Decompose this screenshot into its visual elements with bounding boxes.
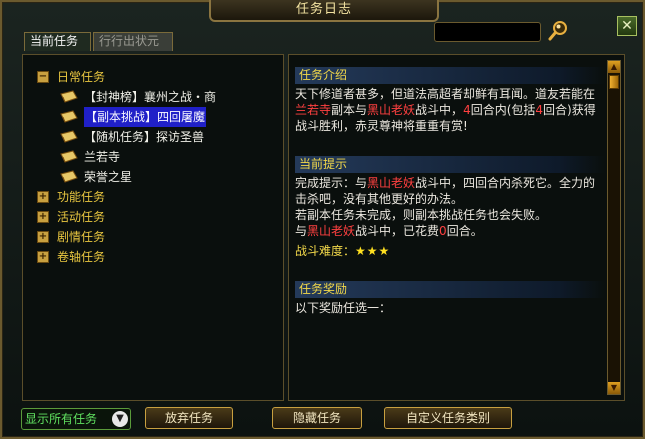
quest-label: 【随机任务】探访圣兽 — [84, 130, 205, 144]
quest-tree-panel: − 日常任务 【封神榜】襄州之战・商 【副本挑战】四回屠魔 【随机任务】探访圣兽… — [22, 54, 284, 401]
boss-name: 黑山老妖 — [307, 224, 356, 238]
round-count: 4 — [535, 103, 544, 117]
category-label: 剧情任务 — [57, 230, 106, 244]
quest-filter-select[interactable]: 显示所有任务 ▼ — [21, 408, 131, 430]
boss-name: 黑山老妖 — [367, 103, 416, 117]
difficulty-row: 战斗难度：★★★ — [295, 243, 605, 259]
quest-item[interactable]: 【封神榜】襄州之战・商 — [37, 87, 216, 107]
tree-category-event[interactable]: + 活动任务 — [37, 207, 216, 227]
tab-career[interactable]: 行行出状元 — [93, 32, 173, 51]
tips-line-1: 完成提示：与黑山老妖战斗中，四回合内杀死它。全力的击杀吧，没有其他更好的办法。 — [295, 175, 605, 207]
tab-current-quests[interactable]: 当前任务 — [24, 32, 91, 51]
magnifier-icon[interactable] — [546, 19, 570, 43]
quest-label: 荣誉之星 — [84, 170, 133, 184]
quest-log-window: 任务日志 ✕ 当前任务 行行出状元 − 日常任务 【封神榜】襄州之战・商 【副本… — [0, 0, 645, 439]
intro-header: 任务介绍 — [295, 67, 605, 84]
scroll-up-icon[interactable]: ▲ — [608, 61, 620, 73]
hide-quest-button[interactable]: 隐藏任务 — [272, 407, 362, 429]
tree-category-story[interactable]: + 剧情任务 — [37, 227, 216, 247]
expand-icon[interactable]: + — [37, 251, 49, 263]
abandon-quest-button[interactable]: 放弃任务 — [145, 407, 233, 429]
tips-text: 战斗中，已花费 — [355, 224, 440, 238]
category-label: 功能任务 — [57, 190, 106, 204]
tips-line-2: 若副本任务未完成，则副本挑战任务也会失败。 — [295, 208, 548, 222]
intro-text-1: 天下修道者甚多，但道法高超者却鲜有耳闻。道友若能在 — [295, 87, 596, 101]
quest-item[interactable]: 荣誉之星 — [37, 167, 216, 187]
scroll-icon — [60, 130, 78, 143]
custom-category-button[interactable]: 自定义任务类别 — [384, 407, 512, 429]
filter-value: 显示所有任务 — [25, 412, 98, 426]
tips-text: 与 — [295, 224, 308, 238]
tips-text: 完成提示：与 — [295, 176, 368, 190]
intro-text-2: 副本与 — [331, 103, 368, 117]
quest-label: 【副本挑战】四回屠魔 — [84, 107, 207, 127]
reward-header: 任务奖励 — [295, 281, 605, 298]
scroll-icon — [60, 170, 78, 183]
tree-category-daily[interactable]: − 日常任务 — [37, 67, 216, 87]
difficulty-stars: ★★★ — [355, 244, 391, 258]
expand-icon[interactable]: + — [37, 211, 49, 223]
tips-header: 当前提示 — [295, 156, 605, 173]
intro-text: 天下修道者甚多，但道法高超者却鲜有耳闻。道友若能在兰若寺副本与黑山老妖战斗中，4… — [295, 86, 605, 134]
detail-scrollbar[interactable]: ▲ ▼ — [607, 60, 621, 395]
expand-icon[interactable]: + — [37, 231, 49, 243]
quest-tree: − 日常任务 【封神榜】襄州之战・商 【副本挑战】四回屠魔 【随机任务】探访圣兽… — [37, 67, 216, 267]
reward-text: 以下奖励任选一： — [295, 301, 392, 315]
round-count: 4 — [463, 103, 471, 117]
quest-item[interactable]: 【随机任务】探访圣兽 — [37, 127, 216, 147]
quest-label: 兰若寺 — [84, 150, 121, 164]
category-label: 日常任务 — [57, 70, 106, 84]
quest-detail-content: 任务介绍 天下修道者甚多，但道法高超者却鲜有耳闻。道友若能在兰若寺副本与黑山老妖… — [295, 67, 605, 316]
tips-text: 回合。 — [446, 224, 483, 238]
tips-line-3: 与黑山老妖战斗中，已花费0回合。 — [295, 223, 605, 239]
quest-item-selected[interactable]: 【副本挑战】四回屠魔 — [37, 107, 216, 127]
quest-item[interactable]: 兰若寺 — [37, 147, 216, 167]
category-label: 活动任务 — [57, 210, 106, 224]
scroll-down-icon[interactable]: ▼ — [608, 382, 620, 394]
scroll-icon — [60, 150, 78, 163]
expand-icon[interactable]: + — [37, 191, 49, 203]
category-label: 卷轴任务 — [57, 250, 106, 264]
dropdown-arrow-icon[interactable]: ▼ — [112, 411, 128, 427]
intro-text-4: 回合内(包括 — [470, 103, 536, 117]
difficulty-label: 战斗难度： — [295, 244, 356, 258]
rounds-spent: 0 — [439, 224, 447, 238]
scroll-thumb[interactable] — [609, 75, 619, 89]
search-input[interactable] — [434, 22, 541, 42]
collapse-icon[interactable]: − — [37, 71, 49, 83]
tree-category-function[interactable]: + 功能任务 — [37, 187, 216, 207]
place-name: 兰若寺 — [295, 103, 332, 117]
tree-category-scroll[interactable]: + 卷轴任务 — [37, 247, 216, 267]
boss-name: 黑山老妖 — [367, 176, 416, 190]
scroll-icon — [60, 90, 78, 103]
scroll-icon — [60, 110, 78, 123]
quest-label: 【封神榜】襄州之战・商 — [84, 90, 217, 104]
close-button[interactable]: ✕ — [617, 16, 637, 36]
window-title: 任务日志 — [209, 0, 439, 22]
quest-detail-panel: 任务介绍 天下修道者甚多，但道法高超者却鲜有耳闻。道友若能在兰若寺副本与黑山老妖… — [288, 54, 625, 401]
intro-text-3: 战斗中， — [415, 103, 464, 117]
